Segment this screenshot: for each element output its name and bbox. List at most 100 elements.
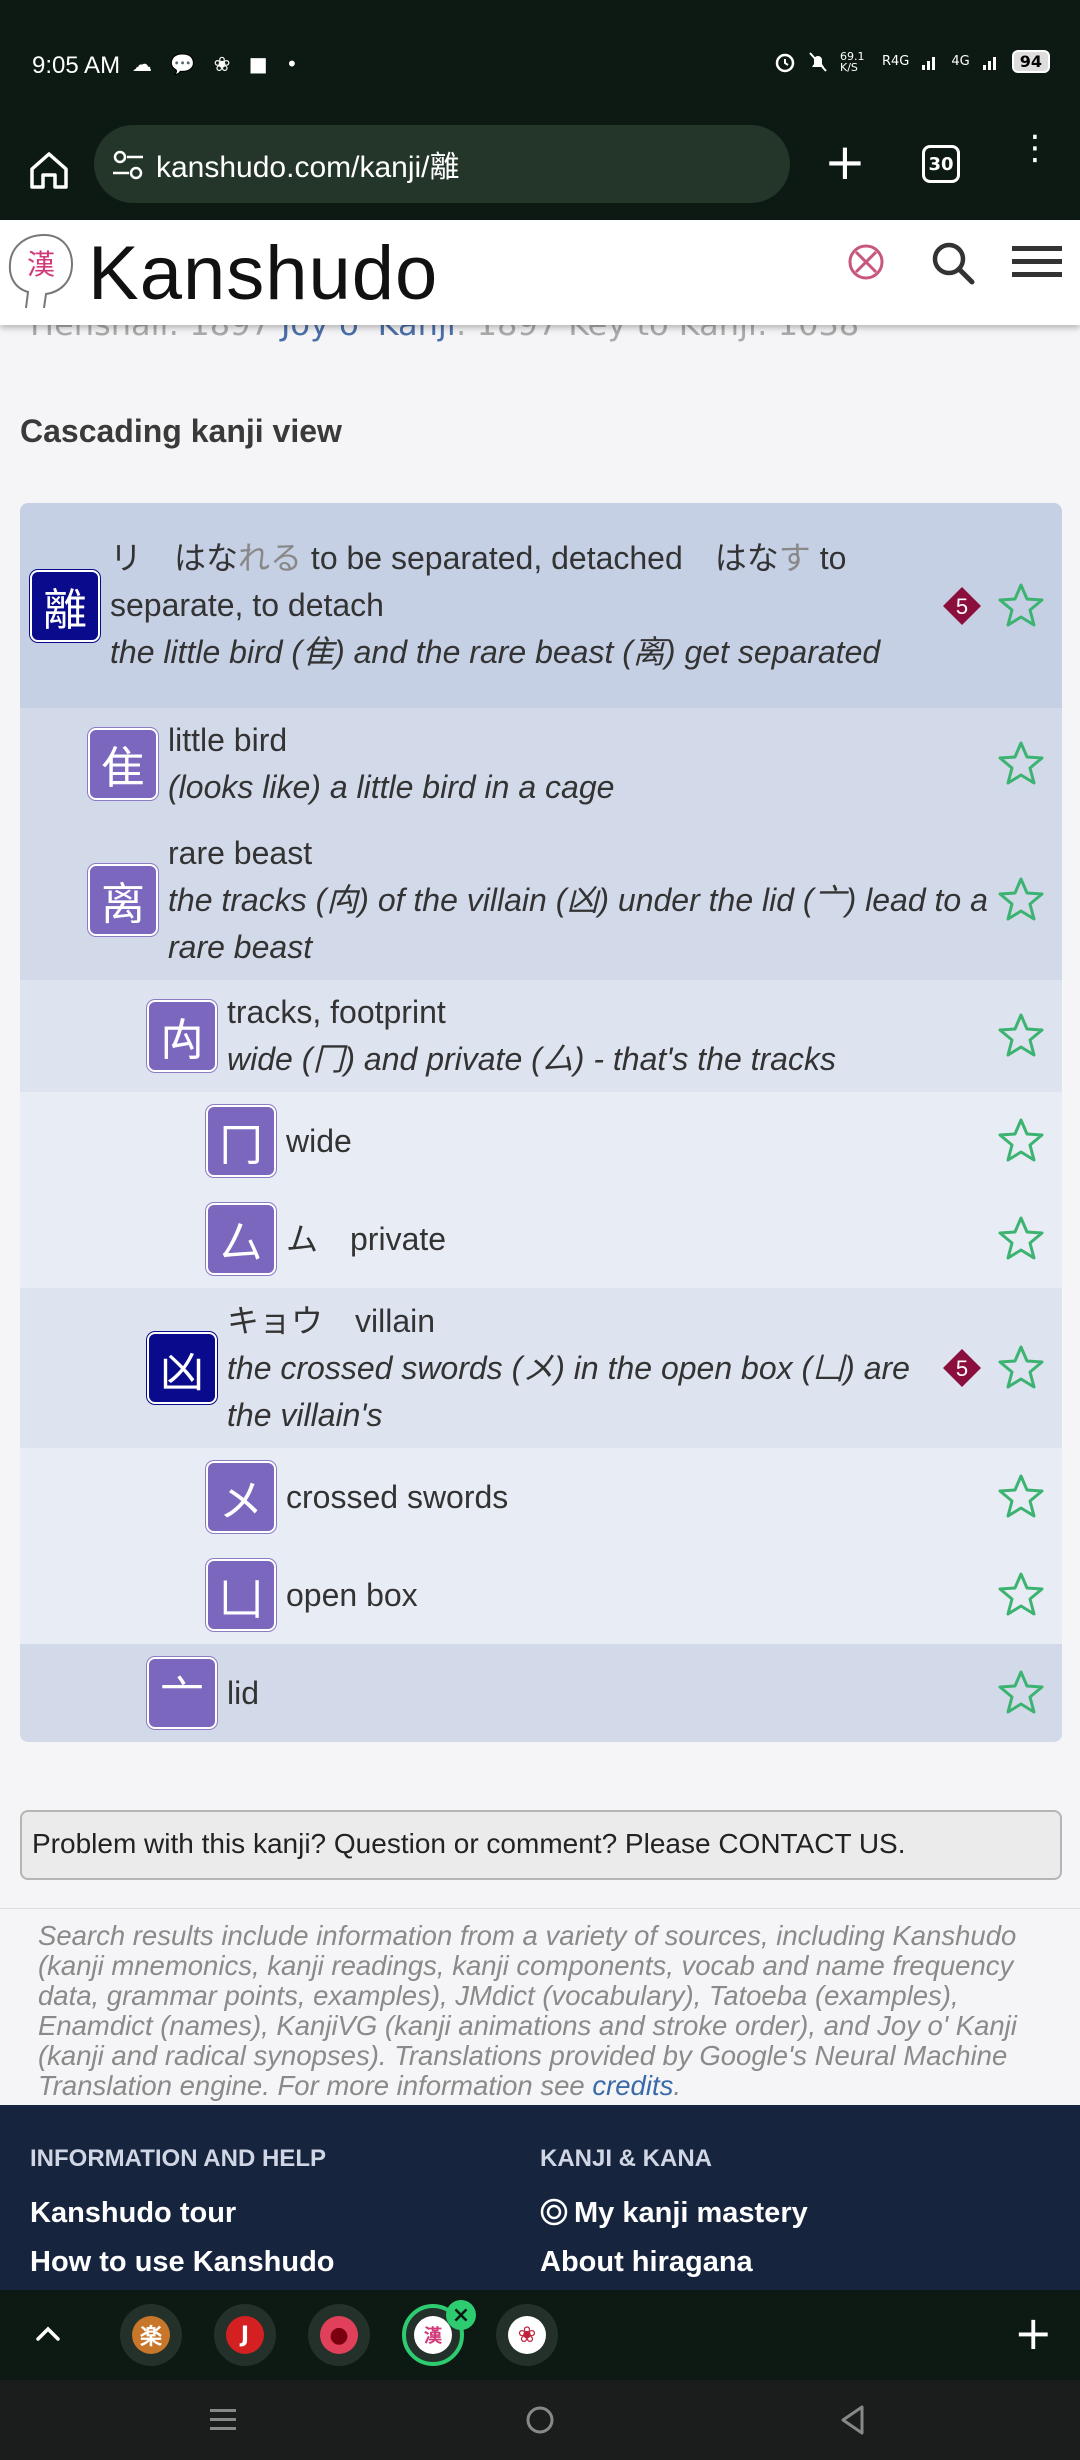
footer-link[interactable]: My kanji mastery <box>540 2197 808 2230</box>
kanji-tile[interactable]: 隹 <box>88 728 158 800</box>
tree-row[interactable]: 厶 ム private <box>20 1190 1062 1288</box>
kanji-tile[interactable]: 冂 <box>206 1105 276 1177</box>
tree-row[interactable]: 离 rare beast the tracks (禸) of the villa… <box>20 820 1062 980</box>
tab-favicon: J <box>226 2316 264 2354</box>
back-nav-icon[interactable] <box>838 2404 866 2436</box>
tree-row[interactable]: メ crossed swords <box>20 1448 1062 1546</box>
tab-icon[interactable]: ❀ <box>496 2304 558 2366</box>
kanji-tile[interactable]: 亠 <box>147 1657 217 1729</box>
add-tab-icon[interactable]: + <box>1014 2306 1053 2360</box>
site-logo-text[interactable]: Kanshudo <box>88 230 438 317</box>
browser-menu-icon[interactable]: ⋮ <box>1018 131 1052 165</box>
contact-us-box[interactable]: Problem with this kanji? Question or com… <box>20 1810 1062 1880</box>
tab-icon[interactable]: J <box>214 2304 276 2366</box>
tree-row[interactable]: 禸 tracks, footprint wide (冂) and private… <box>20 980 1062 1092</box>
hamburger-menu-icon[interactable] <box>1012 244 1062 280</box>
star-icon[interactable] <box>996 1214 1046 1264</box>
footer-link[interactable]: Kanshudo tour <box>30 2197 335 2230</box>
row-text: キョウ villain the crossed swords (メ) in th… <box>217 1288 942 1449</box>
browser-tab-strip: 楽 J ● 漢 ❀ + <box>0 2290 1080 2380</box>
kanji-tile[interactable]: 凶 <box>147 1332 217 1404</box>
new-tab-icon[interactable]: + <box>820 137 870 187</box>
battery-icon: 94 <box>1011 50 1050 73</box>
row-text: rare beast the tracks (禸) of the villain… <box>158 820 996 981</box>
tab-favicon: ❀ <box>508 2316 546 2354</box>
meaning: キョウ villain <box>227 1302 436 1339</box>
tree-row[interactable]: 隹 little bird (looks like) a little bird… <box>20 708 1062 820</box>
meaning: ム private <box>286 1220 447 1257</box>
star-icon[interactable] <box>996 739 1046 789</box>
footer-col-kanji: KANJI & KANA My kanji mastery About hira… <box>540 2145 808 2279</box>
credits-link[interactable]: credits <box>592 2070 673 2101</box>
notification-icons: ☁ 💬 ❀ ■ • <box>132 52 304 76</box>
mnemonic: the crossed swords (メ) in the open box (… <box>227 1349 910 1433</box>
star-icon[interactable] <box>996 875 1046 925</box>
signal-4g: 4G <box>951 54 970 69</box>
footer-col-info: INFORMATION AND HELP Kanshudo tour How t… <box>30 2145 335 2279</box>
kanji-tile[interactable]: 禸 <box>147 1000 217 1072</box>
system-nav-bar <box>0 2380 1080 2460</box>
okurigana-2: す <box>778 540 811 576</box>
url-bar[interactable]: kanshudo.com/kanji/離 <box>94 125 790 203</box>
star-icon[interactable] <box>996 1472 1046 1522</box>
recent-apps-icon[interactable] <box>208 2406 238 2434</box>
row-text: wide <box>276 1108 996 1175</box>
no-ads-icon[interactable] <box>846 242 886 282</box>
kanshudo-logo-icon[interactable]: 漢 <box>6 230 76 314</box>
home-nav-icon[interactable] <box>524 2404 556 2436</box>
close-tab-icon[interactable]: × <box>446 2300 476 2330</box>
row-text: lid <box>217 1660 996 1727</box>
tab-icon[interactable]: 楽 <box>120 2304 182 2366</box>
row-text: crossed swords <box>276 1464 996 1531</box>
tree-row[interactable]: 亠 lid <box>20 1644 1062 1742</box>
kanji-tile[interactable]: 離 <box>30 569 100 642</box>
footer-heading: INFORMATION AND HELP <box>30 2145 326 2172</box>
star-icon[interactable] <box>996 1343 1046 1393</box>
row-text: ム private <box>276 1206 996 1273</box>
meaning: open box <box>286 1576 418 1613</box>
sources-period: . <box>673 2070 681 2101</box>
jlpt-badge-icon: 5 <box>943 1349 981 1387</box>
star-icon[interactable] <box>996 581 1046 631</box>
mnemonic: the tracks (禸) of the villain (凶) under … <box>168 881 988 965</box>
star-icon[interactable] <box>996 1570 1046 1620</box>
tab-icon[interactable]: ● <box>308 2304 370 2366</box>
tree-row[interactable]: 凵 open box <box>20 1546 1062 1644</box>
cascading-kanji-tree: 離 リ はなれる to be separated, detached はなす t… <box>20 503 1062 1742</box>
meaning: wide <box>286 1122 352 1159</box>
tab-count-button[interactable]: 30 <box>922 145 960 183</box>
signal-bars-icon <box>922 56 936 70</box>
kanji-tile[interactable]: 凵 <box>206 1559 276 1631</box>
signal-r4g: R4G <box>881 54 910 69</box>
row-text: tracks, footprint wide (冂) and private (… <box>217 979 996 1093</box>
mute-icon <box>809 51 827 72</box>
svg-text:5: 5 <box>956 594 968 619</box>
meaning: crossed swords <box>286 1478 509 1515</box>
site-footer: INFORMATION AND HELP Kanshudo tour How t… <box>0 2105 1080 2290</box>
home-icon[interactable] <box>24 145 74 195</box>
chevron-up-icon[interactable] <box>30 2316 66 2352</box>
footer-link[interactable]: About hiragana <box>540 2246 808 2279</box>
meaning: to be separated, detached はな <box>302 540 779 576</box>
star-icon[interactable] <box>996 1668 1046 1718</box>
footer-link[interactable]: How to use Kanshudo <box>30 2246 335 2279</box>
search-icon[interactable] <box>930 240 976 286</box>
footer-link-label: My kanji mastery <box>574 2197 808 2229</box>
svg-text:5: 5 <box>956 1356 968 1381</box>
kanji-tile[interactable]: 离 <box>88 864 158 936</box>
site-settings-icon[interactable] <box>110 147 146 183</box>
tree-row[interactable]: 凶 キョウ villain the crossed swords (メ) in … <box>20 1288 1062 1448</box>
star-icon[interactable] <box>996 1116 1046 1166</box>
tab-favicon: 漢 <box>414 2316 452 2354</box>
sources-text: Search results include information from … <box>38 1920 1017 2101</box>
tree-row-root[interactable]: 離 リ はなれる to be separated, detached はなす t… <box>20 503 1062 708</box>
star-icon[interactable] <box>996 1011 1046 1061</box>
kanji-tile[interactable]: メ <box>206 1461 276 1533</box>
tab-favicon: ● <box>320 2316 358 2354</box>
row-text: open box <box>276 1562 996 1629</box>
sources-note: Search results include information from … <box>0 1908 1080 2101</box>
section-title: Cascading kanji view <box>20 413 342 449</box>
kanji-tile[interactable]: 厶 <box>206 1203 276 1275</box>
tree-row[interactable]: 冂 wide <box>20 1092 1062 1190</box>
mnemonic: (looks like) a little bird in a cage <box>168 769 615 805</box>
